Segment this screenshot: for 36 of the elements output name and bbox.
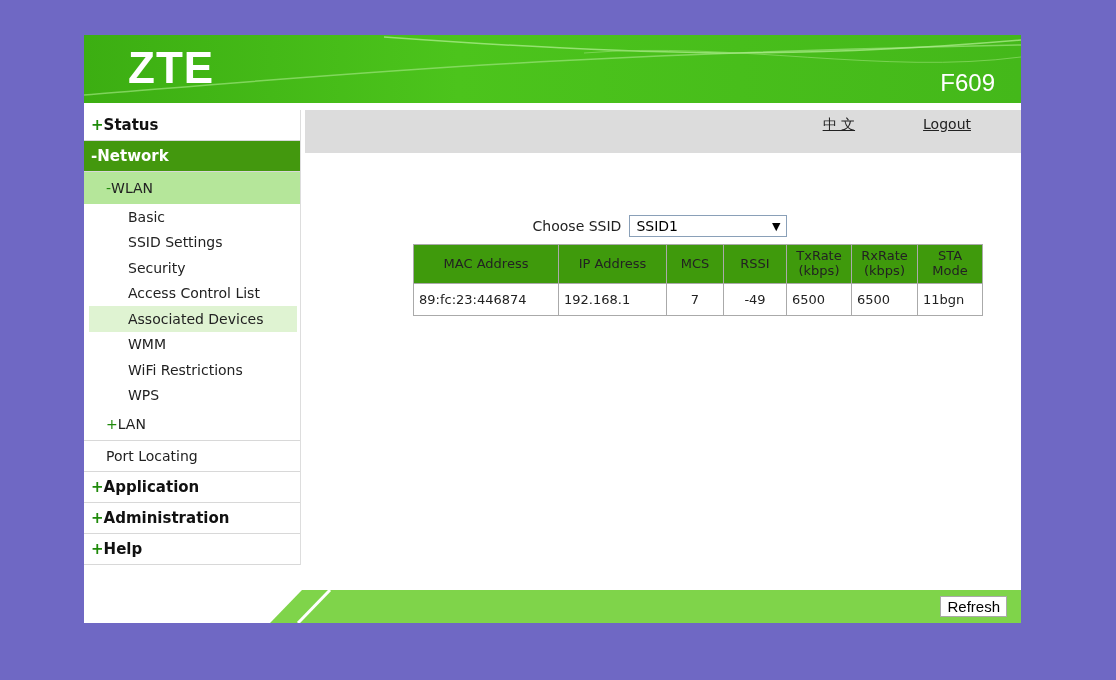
column-header: IP Address (558, 244, 667, 284)
model-name: F609 (940, 69, 995, 97)
table-cell: 7 (666, 283, 724, 316)
table-cell: 11bgn (917, 283, 983, 316)
submenu-item[interactable]: WiFi Restrictions (89, 357, 300, 383)
ssid-dropdown[interactable]: SSID1 ▼ (629, 215, 788, 237)
submenu-item[interactable]: Port Locating (84, 441, 300, 472)
menu-item[interactable]: +Application (84, 472, 300, 503)
submenu-item[interactable]: +LAN (84, 408, 300, 440)
submenu-item[interactable]: WMM (89, 331, 300, 357)
submenu-item[interactable]: SSID Settings (89, 229, 300, 255)
logo: ZTE (128, 43, 215, 93)
table-cell: 192.168.1 (558, 283, 667, 316)
menu-item[interactable]: +Administration (84, 503, 300, 534)
table-cell: 6500 (851, 283, 918, 316)
top-link[interactable]: Logout (923, 116, 971, 134)
ssid-label: Choose SSID (532, 218, 622, 234)
submenu-item[interactable]: -WLAN (84, 172, 300, 204)
submenu-item[interactable]: Associated Devices (89, 306, 297, 332)
menu-item[interactable]: -Network (84, 141, 300, 172)
table-cell: -49 (723, 283, 787, 316)
top-link[interactable]: 中 文 (822, 116, 856, 134)
submenu-item[interactable]: Access Control List (89, 280, 300, 306)
column-header: RSSI (723, 244, 787, 284)
column-header: STA Mode (917, 244, 983, 284)
submenu-item[interactable]: WPS (89, 382, 300, 408)
submenu-item[interactable]: Security (89, 255, 300, 281)
column-header: RxRate (kbps) (851, 244, 918, 284)
submenu-item[interactable]: Basic (89, 204, 300, 230)
column-header: TxRate (kbps) (786, 244, 852, 284)
refresh-button[interactable]: Refresh (940, 596, 1007, 617)
menu-item[interactable]: +Help (84, 534, 300, 565)
column-header: MCS (666, 244, 724, 284)
table-cell: 89:fc:23:446874 (413, 283, 559, 316)
table-cell: 6500 (786, 283, 852, 316)
column-header: MAC Address (413, 244, 559, 284)
